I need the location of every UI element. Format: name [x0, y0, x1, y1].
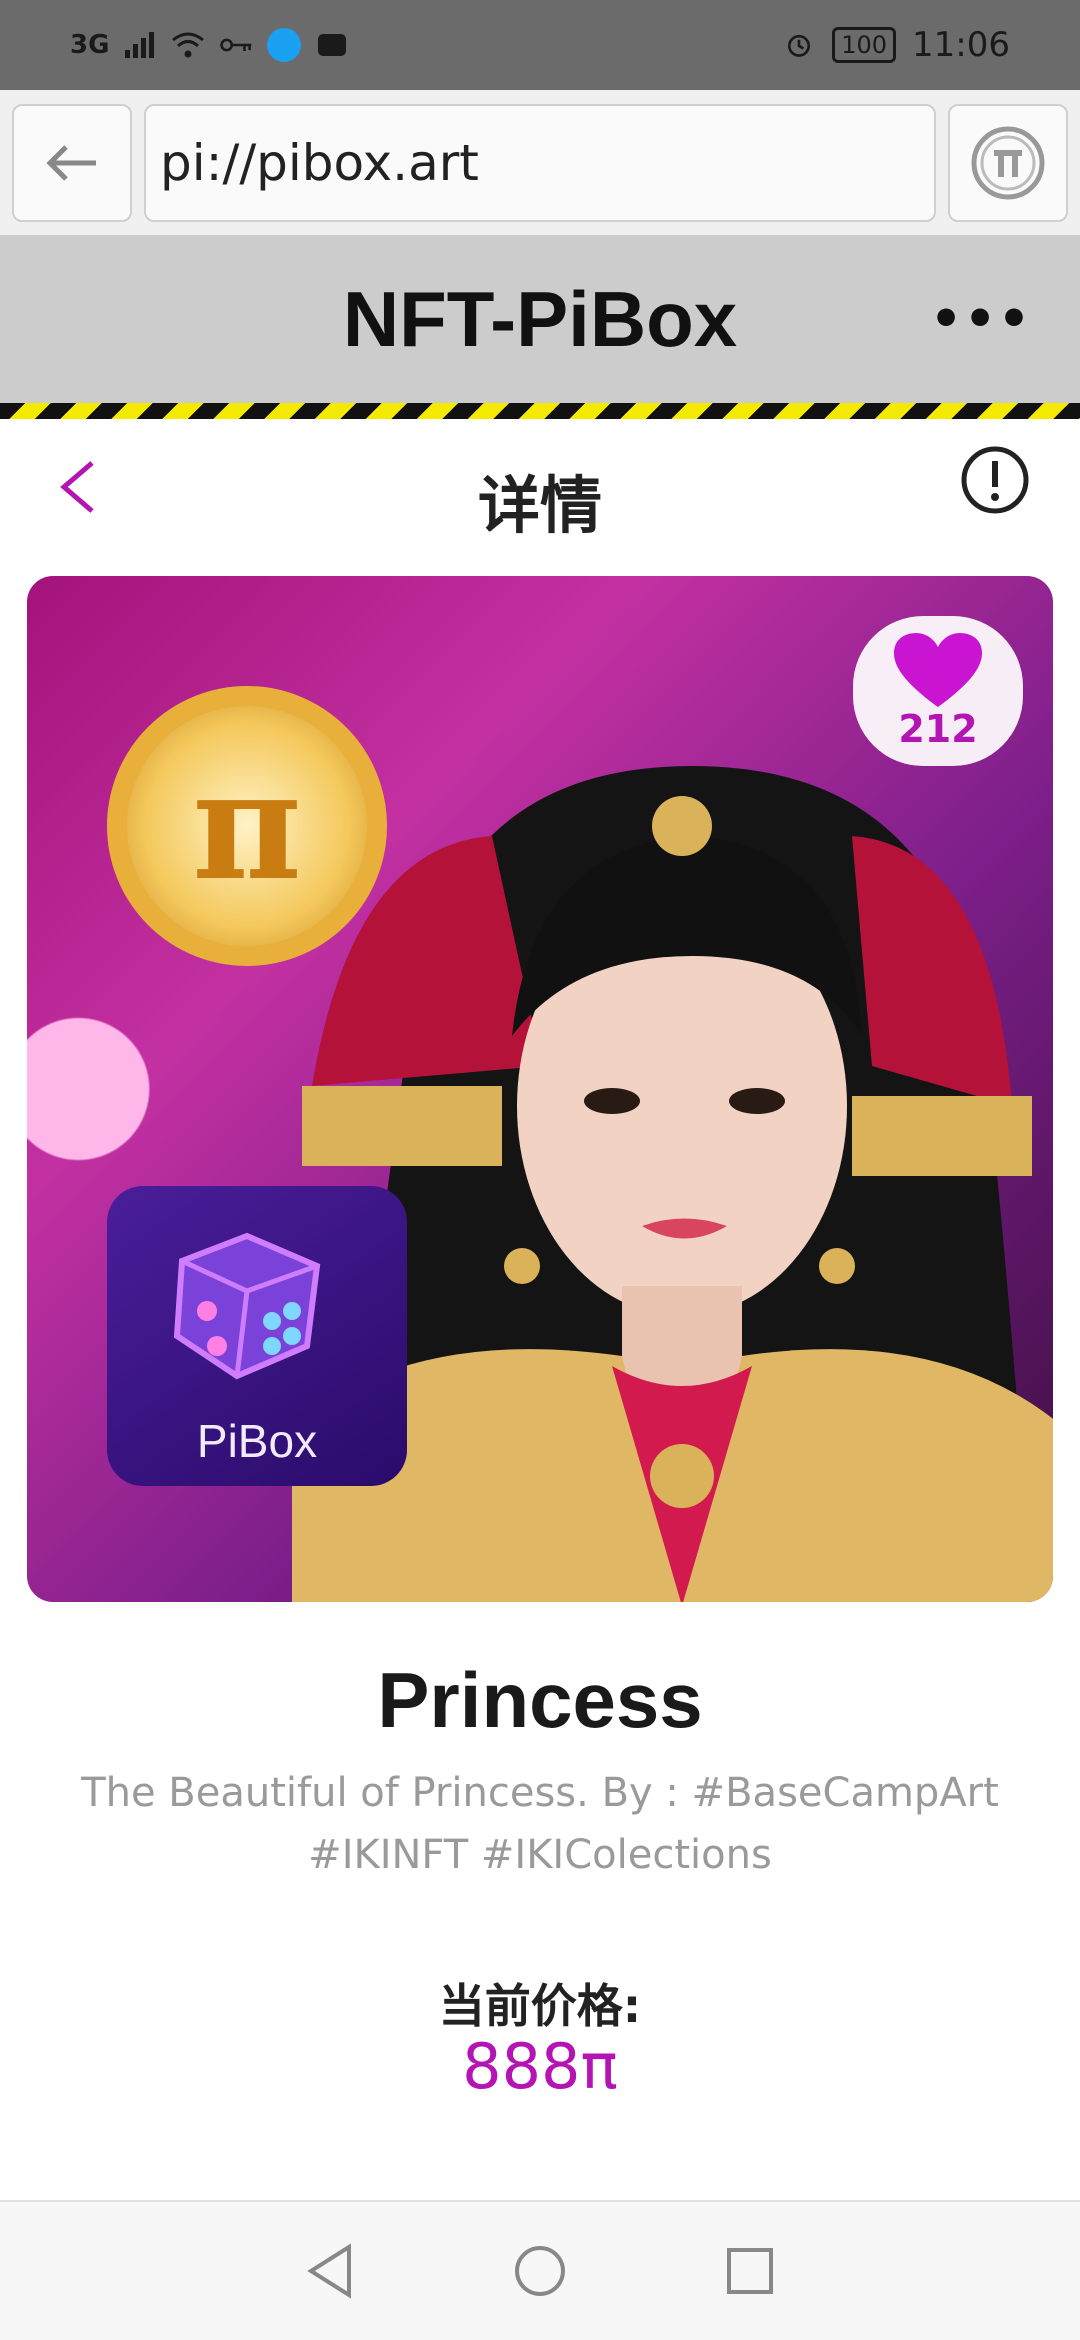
price-value: 888π: [462, 2030, 618, 2103]
signal-icon: [125, 32, 155, 58]
price-label: 当前价格:: [438, 1979, 642, 2033]
hazard-stripe-divider: [0, 403, 1080, 419]
nft-title: Princess: [377, 1656, 703, 1744]
square-recents-icon: [727, 2248, 773, 2294]
nft-artwork-image[interactable]: π PiBox 212: [27, 576, 1053, 1602]
logo-badge-text: PiBox: [196, 1415, 318, 1467]
heart-icon: [894, 633, 982, 707]
pi-logo-icon: [971, 126, 1045, 199]
info-circle-icon[interactable]: [960, 445, 1030, 515]
arrow-left-icon: [46, 144, 96, 181]
circle-home-icon: [515, 2246, 565, 2296]
clock: 11:06: [912, 25, 1010, 65]
vpn-key-icon: [220, 38, 252, 52]
site-header: NFT-PiBox •••: [0, 235, 1080, 403]
alarm-icon: [788, 34, 811, 57]
wifi-icon: [172, 32, 205, 58]
status-bar: 3G 100 11:06: [0, 0, 1080, 90]
browser-back-button[interactable]: [12, 103, 132, 222]
nav-back-button[interactable]: [300, 2241, 360, 2301]
page-header: 详情: [0, 419, 1080, 559]
system-nav-bar: [0, 2200, 1080, 2340]
page-title: 详情: [477, 469, 602, 542]
pi-browser-button[interactable]: [948, 103, 1068, 222]
status-right: 100 11:06: [782, 25, 1080, 65]
nav-recents-button[interactable]: [720, 2241, 780, 2301]
battery-icon: 100: [832, 27, 897, 63]
like-button[interactable]: 212: [853, 616, 1023, 766]
dice-icon: [173, 1232, 321, 1380]
status-left-icons: 3G: [0, 28, 349, 62]
nft-description: The Beautiful of Princess. By : #BaseCam…: [81, 1770, 999, 1878]
app-notification-icon: [267, 28, 302, 62]
browser-bar: pi://pibox.art: [0, 90, 1080, 235]
like-count: 212: [898, 707, 978, 751]
pibox-logo-badge: PiBox: [107, 1186, 407, 1486]
princess-portrait: [292, 766, 1053, 1602]
site-title: NFT-PiBox: [342, 274, 738, 363]
more-menu-button[interactable]: •••: [930, 290, 1032, 348]
triangle-back-icon: [307, 2243, 351, 2299]
nav-home-button[interactable]: [510, 2241, 570, 2301]
url-field[interactable]: pi://pibox.art: [144, 103, 936, 222]
mail-icon: [318, 34, 347, 56]
signal-label: 3G: [70, 30, 110, 60]
